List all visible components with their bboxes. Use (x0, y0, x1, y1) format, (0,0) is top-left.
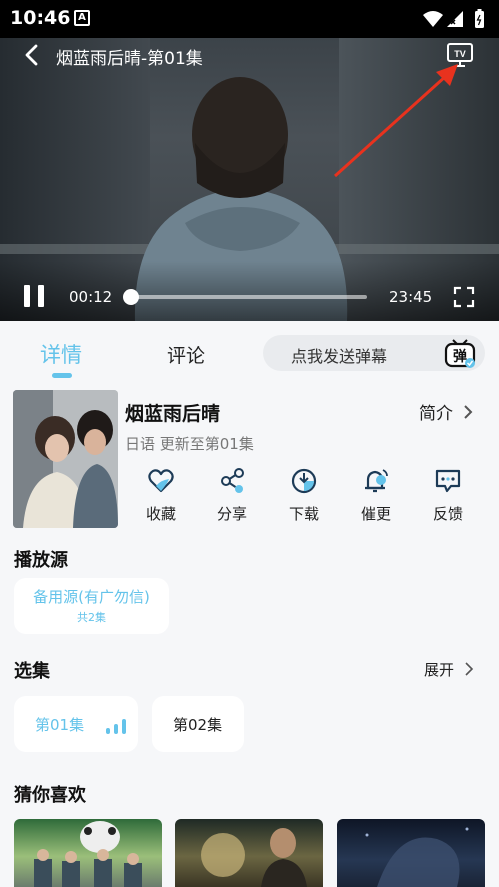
danmu-icon-label: 弹 (453, 348, 467, 365)
danmu-input[interactable]: 点我发送弹幕 弹 (263, 335, 485, 371)
source-name: 备用源(有广勿信) (33, 588, 150, 606)
chevron-right-icon (465, 662, 473, 676)
expand-episodes-link[interactable]: 展开 (424, 659, 474, 680)
download-button[interactable]: 下载 (279, 467, 329, 524)
source-count: 共2集 (77, 611, 106, 624)
chevron-right-icon (464, 405, 473, 419)
back-icon[interactable] (20, 43, 44, 67)
pause-button[interactable] (24, 285, 44, 307)
episode-item[interactable]: 第01集 (14, 696, 138, 752)
danmu-placeholder: 点我发送弹幕 (291, 347, 388, 366)
danmu-toggle-icon[interactable]: 弹 (443, 337, 477, 369)
recommendation-card[interactable] (14, 819, 162, 887)
episode-label: 第01集 (35, 716, 85, 734)
fullscreen-icon[interactable] (453, 286, 475, 308)
action-label: 收藏 (145, 505, 176, 523)
recommendation-card[interactable] (337, 819, 485, 887)
status-time: 10:46 (10, 7, 71, 29)
source-section-title: 播放源 (14, 550, 68, 571)
intro-link[interactable]: 简介 (419, 399, 474, 424)
recommend-section-title: 猜你喜欢 (14, 785, 86, 806)
notification-icon: A (74, 10, 90, 26)
poster-art (13, 390, 118, 528)
action-label: 反馈 (432, 505, 463, 523)
download-icon (291, 468, 317, 494)
action-label: 分享 (216, 505, 247, 523)
share-button[interactable]: 分享 (207, 467, 257, 524)
details-panel: 详情 评论 点我发送弹幕 弹 烟蓝雨后晴 日语 更新至第01集 简介 收藏 分享… (0, 321, 499, 887)
tv-icon-label: TV (454, 49, 466, 59)
feedback-button[interactable]: 反馈 (423, 467, 473, 524)
tv-cast-icon[interactable]: TV (446, 42, 474, 68)
recommendation-card[interactable] (175, 819, 323, 887)
recommendation-thumbnail (365, 827, 469, 887)
video-title: 烟蓝雨后晴-第01集 (56, 49, 203, 69)
intro-label: 简介 (419, 404, 453, 424)
active-tab-indicator (52, 373, 72, 378)
tab-details[interactable]: 详情 (40, 339, 82, 369)
heart-icon (148, 469, 174, 493)
feedback-icon (435, 469, 461, 493)
show-title: 烟蓝雨后晴 (125, 403, 221, 425)
recommendation-thumbnail (34, 821, 142, 887)
tab-comments[interactable]: 评论 (167, 341, 205, 368)
current-time: 00:12 (69, 288, 113, 306)
now-playing-icon (106, 718, 128, 734)
expand-label: 展开 (424, 661, 455, 679)
status-bar: 10:46 A (0, 0, 499, 38)
source-option[interactable]: 备用源(有广勿信) 共2集 (14, 578, 169, 634)
video-player[interactable] (0, 38, 499, 321)
episode-label: 第02集 (173, 716, 223, 734)
share-icon (221, 468, 244, 493)
show-meta: 日语 更新至第01集 (125, 435, 254, 453)
action-label: 下载 (288, 505, 319, 523)
progress-bar[interactable] (123, 289, 367, 305)
system-status-icons (423, 9, 484, 28)
episode-item[interactable]: 第02集 (152, 696, 244, 752)
episodes-section-title: 选集 (14, 661, 50, 682)
bell-icon (365, 469, 388, 493)
action-label: 催更 (360, 505, 391, 523)
remind-update-button[interactable]: 催更 (351, 467, 401, 524)
total-time: 23:45 (389, 288, 433, 306)
show-poster[interactable] (13, 390, 118, 528)
favorite-button[interactable]: 收藏 (136, 467, 186, 524)
recommendation-thumbnail (201, 828, 307, 887)
